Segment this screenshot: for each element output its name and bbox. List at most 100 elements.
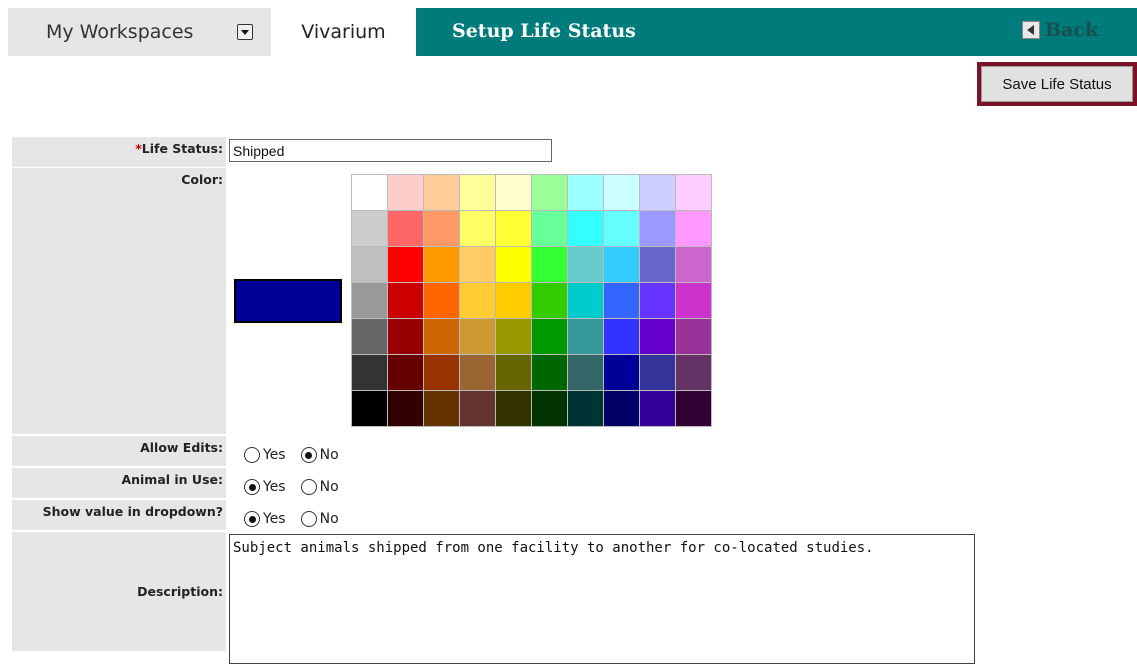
color-swatch-cell[interactable] — [676, 175, 712, 211]
color-swatch-cell[interactable] — [604, 211, 640, 247]
color-swatch-cell[interactable] — [352, 391, 388, 427]
color-swatch-cell[interactable] — [460, 247, 496, 283]
selected-color-swatch — [234, 279, 342, 323]
allow-edits-label-cell: Allow Edits: — [12, 436, 226, 466]
color-swatch-cell[interactable] — [496, 319, 532, 355]
color-swatch-cell[interactable] — [460, 355, 496, 391]
allow-edits-yes-radio[interactable] — [244, 447, 260, 463]
color-swatch-cell[interactable] — [424, 391, 460, 427]
color-swatch-cell[interactable] — [496, 391, 532, 427]
color-swatch-cell[interactable] — [388, 391, 424, 427]
color-swatch-cell[interactable] — [460, 283, 496, 319]
color-swatch-cell[interactable] — [352, 355, 388, 391]
color-swatch-cell[interactable] — [676, 391, 712, 427]
color-swatch-cell[interactable] — [568, 283, 604, 319]
color-swatch-cell[interactable] — [568, 211, 604, 247]
life-status-label: Life Status: — [141, 141, 223, 156]
color-swatch-cell[interactable] — [532, 283, 568, 319]
color-swatch-cell[interactable] — [568, 355, 604, 391]
color-swatch-cell[interactable] — [640, 175, 676, 211]
color-swatch-cell[interactable] — [424, 175, 460, 211]
color-swatch-cell[interactable] — [496, 247, 532, 283]
color-swatch-cell[interactable] — [460, 319, 496, 355]
color-swatch-cell[interactable] — [496, 175, 532, 211]
color-swatch-cell[interactable] — [604, 319, 640, 355]
color-swatch-cell[interactable] — [676, 319, 712, 355]
animal-in-use-yes-radio[interactable] — [244, 479, 260, 495]
color-swatch-cell[interactable] — [532, 319, 568, 355]
color-swatch-cell[interactable] — [352, 319, 388, 355]
color-swatch-cell[interactable] — [424, 211, 460, 247]
color-swatch-cell[interactable] — [676, 247, 712, 283]
chevron-down-icon[interactable] — [237, 24, 253, 40]
color-swatch-cell[interactable] — [424, 247, 460, 283]
color-swatch-cell[interactable] — [424, 355, 460, 391]
color-swatch-cell[interactable] — [604, 247, 640, 283]
color-swatch-cell[interactable] — [676, 355, 712, 391]
color-swatch-cell[interactable] — [460, 175, 496, 211]
color-swatch-cell[interactable] — [568, 247, 604, 283]
color-swatch-cell[interactable] — [352, 211, 388, 247]
color-swatch-cell[interactable] — [352, 175, 388, 211]
color-swatch-cell[interactable] — [388, 175, 424, 211]
color-swatch-cell[interactable] — [640, 355, 676, 391]
color-swatch-cell[interactable] — [568, 319, 604, 355]
show-in-dropdown-yes-radio[interactable] — [244, 511, 260, 527]
color-swatch-cell[interactable] — [496, 211, 532, 247]
color-swatch-cell[interactable] — [604, 355, 640, 391]
color-swatch-cell[interactable] — [640, 247, 676, 283]
color-swatch-cell[interactable] — [568, 391, 604, 427]
show-in-dropdown-no-label: No — [319, 511, 339, 527]
color-swatch-cell[interactable] — [532, 391, 568, 427]
show-in-dropdown-radio-group: Yes No — [244, 509, 354, 529]
show-in-dropdown-no-radio[interactable] — [300, 511, 317, 527]
allow-edits-no-label: No — [319, 447, 339, 463]
color-swatch-cell[interactable] — [532, 175, 568, 211]
color-swatch-cell[interactable] — [496, 355, 532, 391]
color-swatch-cell[interactable] — [388, 319, 424, 355]
animal-in-use-no-radio[interactable] — [300, 479, 317, 495]
color-swatch-cell[interactable] — [604, 283, 640, 319]
allow-edits-no-radio[interactable] — [300, 447, 317, 463]
my-workspaces-tab[interactable]: My Workspaces — [8, 8, 271, 56]
color-swatch-cell[interactable] — [388, 283, 424, 319]
color-swatch-cell[interactable] — [568, 175, 604, 211]
color-swatch-cell[interactable] — [424, 283, 460, 319]
color-swatch-cell[interactable] — [640, 283, 676, 319]
color-swatch-cell[interactable] — [352, 247, 388, 283]
allow-edits-label: Allow Edits: — [140, 440, 223, 455]
color-swatch-cell[interactable] — [640, 211, 676, 247]
animal-in-use-no-label: No — [319, 479, 339, 495]
save-life-status-button[interactable]: Save Life Status — [981, 66, 1133, 102]
description-textarea[interactable]: Subject animals shipped from one facilit… — [229, 534, 975, 664]
back-button[interactable]: Back — [1022, 17, 1098, 43]
color-swatch-cell[interactable] — [352, 283, 388, 319]
life-status-input[interactable] — [229, 139, 552, 162]
animal-in-use-label: Animal in Use: — [121, 472, 223, 487]
color-label-cell: Color: — [12, 168, 226, 434]
color-swatch-cell[interactable] — [532, 355, 568, 391]
color-swatch-cell[interactable] — [604, 175, 640, 211]
show-in-dropdown-yes-label: Yes — [263, 511, 286, 527]
color-swatch-cell[interactable] — [496, 283, 532, 319]
color-swatch-cell[interactable] — [424, 319, 460, 355]
color-swatch-cell[interactable] — [460, 391, 496, 427]
color-swatch-cell[interactable] — [676, 211, 712, 247]
title-bar: Setup Life Status Back — [416, 8, 1137, 56]
description-label-cell: Description: — [12, 532, 226, 651]
description-label: Description: — [137, 584, 223, 599]
save-button-frame: Save Life Status — [977, 62, 1137, 106]
color-swatch-cell[interactable] — [640, 391, 676, 427]
color-swatch-cell[interactable] — [532, 247, 568, 283]
back-arrow-icon — [1022, 21, 1040, 39]
color-label: Color: — [181, 172, 223, 187]
color-swatch-cell[interactable] — [604, 391, 640, 427]
color-swatch-cell[interactable] — [460, 211, 496, 247]
color-swatch-cell[interactable] — [388, 355, 424, 391]
color-swatch-cell[interactable] — [640, 319, 676, 355]
tab-vivarium[interactable]: Vivarium — [271, 8, 416, 56]
color-swatch-cell[interactable] — [388, 211, 424, 247]
color-swatch-cell[interactable] — [532, 211, 568, 247]
color-swatch-cell[interactable] — [676, 283, 712, 319]
color-swatch-cell[interactable] — [388, 247, 424, 283]
